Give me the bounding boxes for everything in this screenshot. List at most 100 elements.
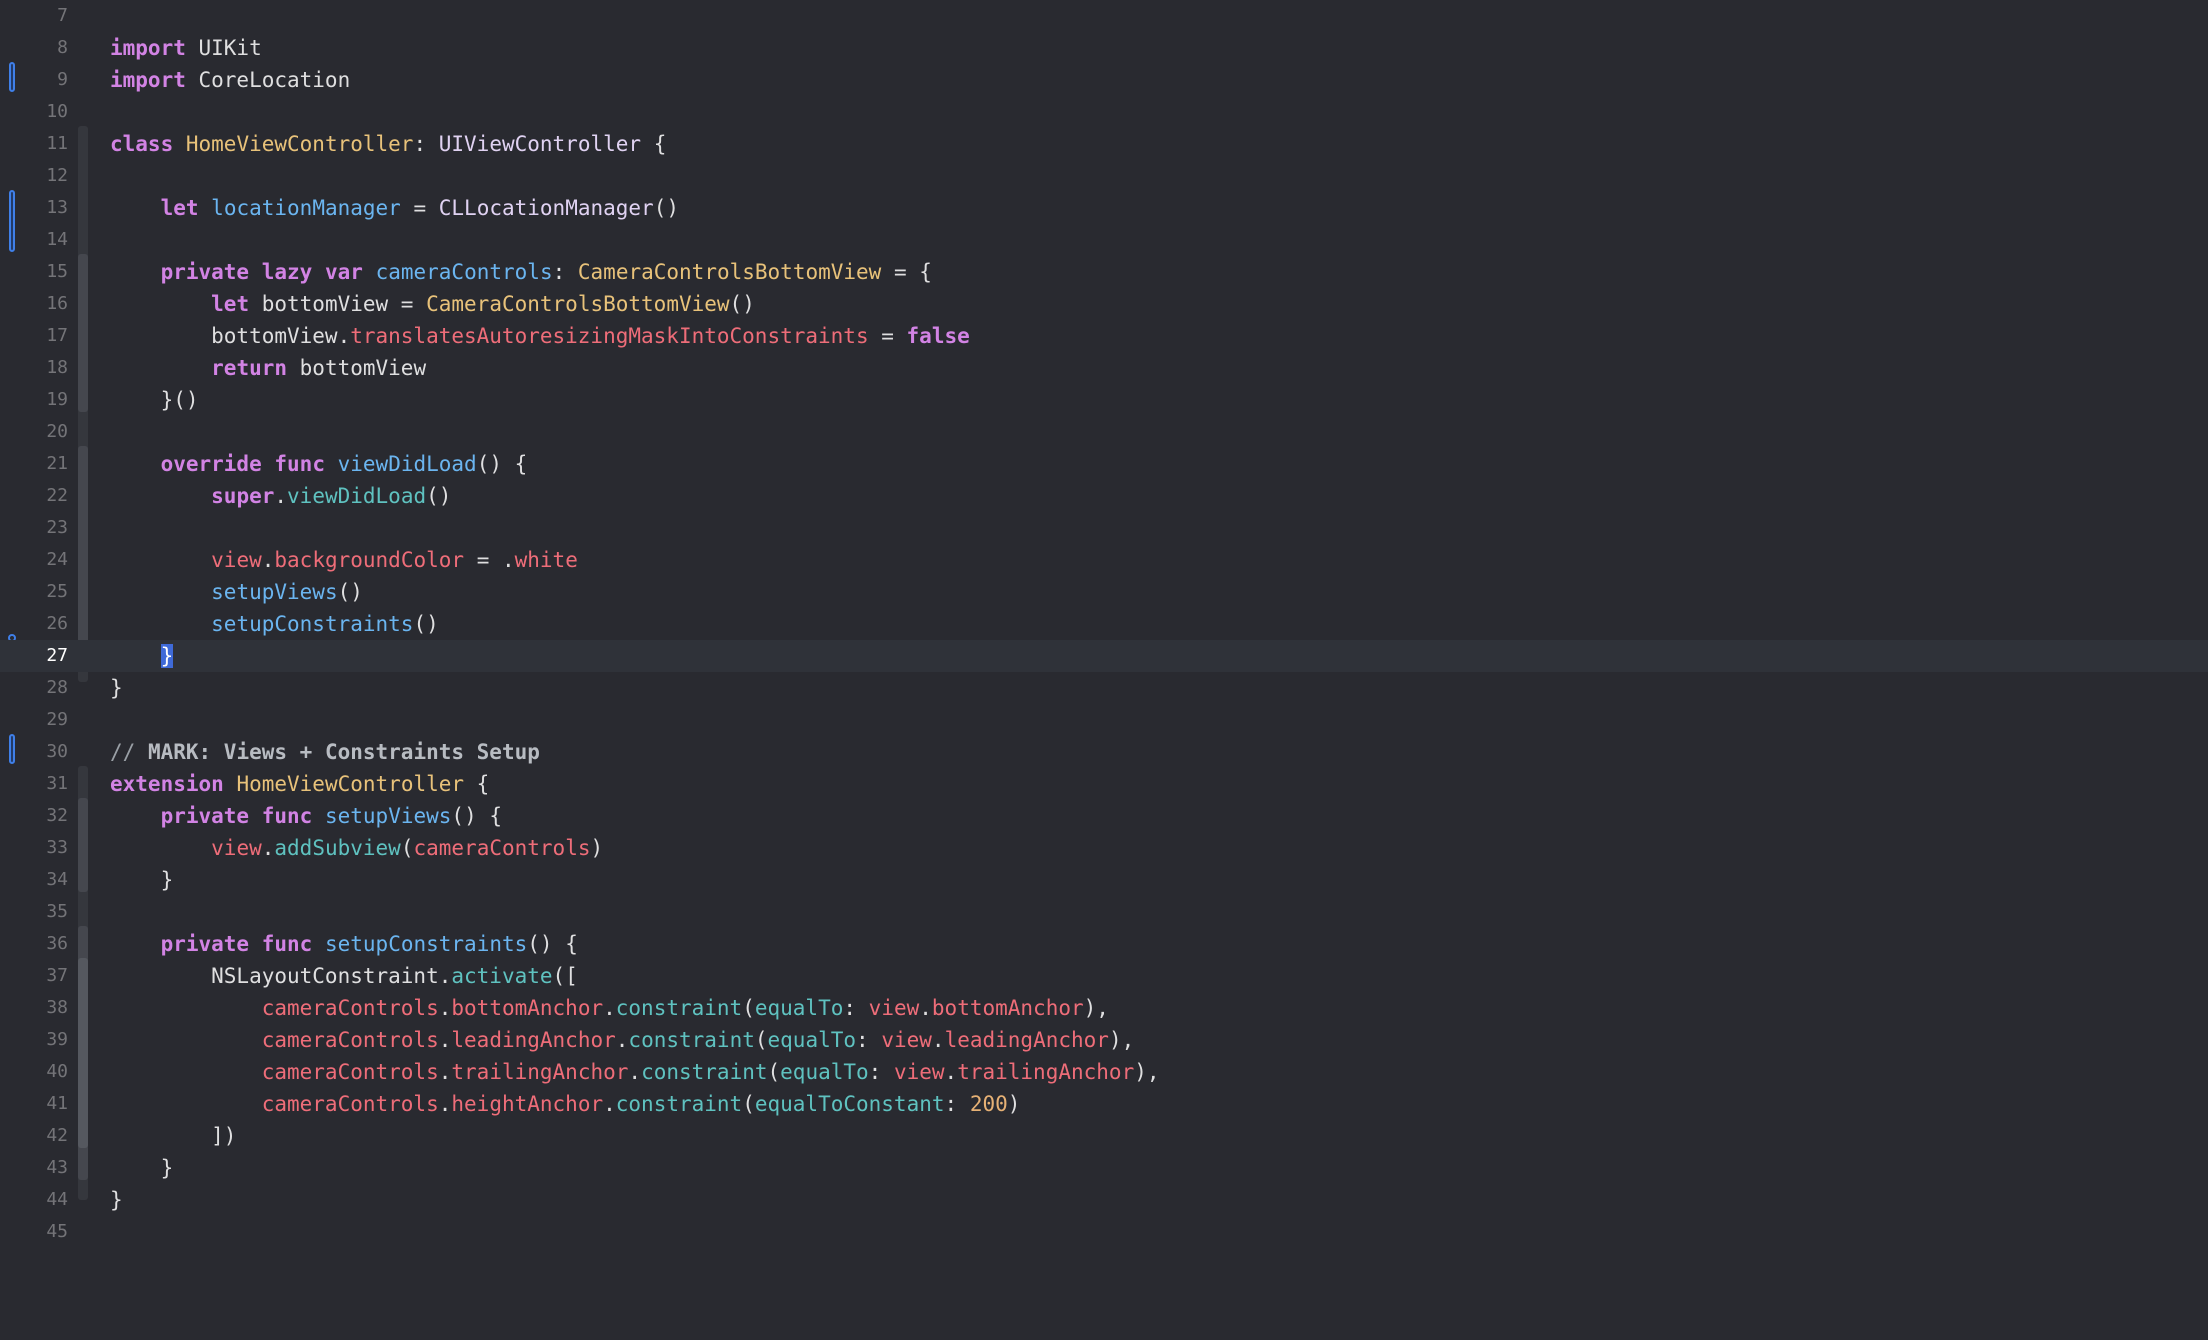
code-text[interactable]: bottomView.translatesAutoresizingMaskInt… [110, 320, 970, 352]
code-line[interactable]: 38 cameraControls.bottomAnchor.constrain… [0, 992, 2208, 1024]
code-line[interactable]: 7 [0, 0, 2208, 32]
line-number[interactable]: 45 [0, 1216, 68, 1248]
code-line[interactable]: 10 [0, 96, 2208, 128]
code-text[interactable]: import UIKit [110, 32, 262, 64]
line-number[interactable]: 15 [0, 256, 68, 288]
code-text[interactable]: override func viewDidLoad() { [110, 448, 528, 480]
code-line[interactable]: 24 view.backgroundColor = .white [0, 544, 2208, 576]
code-text[interactable]: } [110, 864, 174, 896]
code-text[interactable]: view.backgroundColor = .white [110, 544, 578, 576]
code-line[interactable]: 40 cameraControls.trailingAnchor.constra… [0, 1056, 2208, 1088]
line-number[interactable]: 43 [0, 1152, 68, 1184]
line-number[interactable]: 10 [0, 96, 68, 128]
code-line[interactable]: 19 }() [0, 384, 2208, 416]
code-line[interactable]: 20 [0, 416, 2208, 448]
code-line[interactable]: 28} [0, 672, 2208, 704]
line-number[interactable]: 29 [0, 704, 68, 736]
line-number[interactable]: 36 [0, 928, 68, 960]
code-line[interactable]: 27 } [0, 640, 2208, 672]
code-text[interactable]: class HomeViewController: UIViewControll… [110, 128, 666, 160]
line-number[interactable]: 14 [0, 224, 68, 256]
code-line[interactable]: 25 setupViews() [0, 576, 2208, 608]
line-number[interactable]: 32 [0, 800, 68, 832]
code-line[interactable]: 26 setupConstraints() [0, 608, 2208, 640]
code-text[interactable]: } [110, 640, 174, 672]
code-line[interactable]: 39 cameraControls.leadingAnchor.constrai… [0, 1024, 2208, 1056]
code-text[interactable]: NSLayoutConstraint.activate([ [110, 960, 578, 992]
code-text[interactable]: view.addSubview(cameraControls) [110, 832, 603, 864]
code-text[interactable]: private func setupViews() { [110, 800, 502, 832]
code-line[interactable]: 34 } [0, 864, 2208, 896]
code-line[interactable]: 41 cameraControls.heightAnchor.constrain… [0, 1088, 2208, 1120]
line-number[interactable]: 33 [0, 832, 68, 864]
line-number[interactable]: 13 [0, 192, 68, 224]
line-number[interactable]: 20 [0, 416, 68, 448]
line-number[interactable]: 23 [0, 512, 68, 544]
code-line[interactable]: 30 // MARK: Views + Constraints Setup [0, 736, 2208, 768]
code-text[interactable]: setupViews() [110, 576, 363, 608]
code-text[interactable]: ]) [110, 1120, 236, 1152]
line-number[interactable]: 30 [0, 736, 68, 768]
line-number[interactable]: 37 [0, 960, 68, 992]
code-line[interactable]: 9 import CoreLocation [0, 64, 2208, 96]
line-number[interactable]: 16 [0, 288, 68, 320]
code-line[interactable]: 23 [0, 512, 2208, 544]
line-number[interactable]: 28 [0, 672, 68, 704]
line-number[interactable]: 7 [0, 0, 68, 32]
line-number[interactable]: 35 [0, 896, 68, 928]
line-number[interactable]: 9 [0, 64, 68, 96]
code-line[interactable]: 35 [0, 896, 2208, 928]
code-line[interactable]: 8 import UIKit [0, 32, 2208, 64]
line-number[interactable]: 39 [0, 1024, 68, 1056]
code-line[interactable]: 13 let locationManager = CLLocationManag… [0, 192, 2208, 224]
code-text[interactable]: let locationManager = CLLocationManager(… [110, 192, 679, 224]
code-line[interactable]: 18 return bottomView [0, 352, 2208, 384]
line-number[interactable]: 17 [0, 320, 68, 352]
code-line[interactable]: 29 [0, 704, 2208, 736]
code-text[interactable]: cameraControls.leadingAnchor.constraint(… [110, 1024, 1135, 1056]
code-line[interactable]: 42 ]) [0, 1120, 2208, 1152]
line-number[interactable]: 25 [0, 576, 68, 608]
line-number[interactable]: 26 [0, 608, 68, 640]
code-text[interactable]: setupConstraints() [110, 608, 439, 640]
line-number[interactable]: 8 [0, 32, 68, 64]
code-line[interactable]: 31 extension HomeViewController { [0, 768, 2208, 800]
line-number[interactable]: 40 [0, 1056, 68, 1088]
code-text[interactable]: let bottomView = CameraControlsBottomVie… [110, 288, 755, 320]
line-number[interactable]: 21 [0, 448, 68, 480]
code-text[interactable]: cameraControls.bottomAnchor.constraint(e… [110, 992, 1109, 1024]
code-text[interactable]: cameraControls.trailingAnchor.constraint… [110, 1056, 1160, 1088]
code-text[interactable]: super.viewDidLoad() [110, 480, 451, 512]
line-number[interactable]: 34 [0, 864, 68, 896]
code-line[interactable]: 44} [0, 1184, 2208, 1216]
code-line[interactable]: 14 [0, 224, 2208, 256]
code-line[interactable]: 17 bottomView.translatesAutoresizingMask… [0, 320, 2208, 352]
code-line[interactable]: 43 } [0, 1152, 2208, 1184]
line-number[interactable]: 19 [0, 384, 68, 416]
line-number[interactable]: 41 [0, 1088, 68, 1120]
code-text[interactable]: } [110, 1184, 123, 1216]
line-number[interactable]: 31 [0, 768, 68, 800]
code-line[interactable]: 22 super.viewDidLoad() [0, 480, 2208, 512]
line-number[interactable]: 24 [0, 544, 68, 576]
code-text[interactable]: private func setupConstraints() { [110, 928, 578, 960]
code-text[interactable]: return bottomView [110, 352, 426, 384]
code-editor[interactable]: 7 8 import UIKit 9 import CoreLocation 10 11 cl… [0, 0, 2208, 1340]
line-number[interactable]: 22 [0, 480, 68, 512]
code-line[interactable]: 32 private func setupViews() { [0, 800, 2208, 832]
code-line[interactable]: 16 let bottomView = CameraControlsBottom… [0, 288, 2208, 320]
code-text[interactable]: import CoreLocation [110, 64, 350, 96]
line-number[interactable]: 11 [0, 128, 68, 160]
line-number[interactable]: 44 [0, 1184, 68, 1216]
code-line[interactable]: 37 NSLayoutConstraint.activate([ [0, 960, 2208, 992]
code-line[interactable]: 11 class HomeViewController: UIViewContro… [0, 128, 2208, 160]
code-text[interactable]: }() [110, 384, 199, 416]
code-text[interactable]: cameraControls.heightAnchor.constraint(e… [110, 1088, 1021, 1120]
line-number[interactable]: 38 [0, 992, 68, 1024]
code-line[interactable]: 15 private lazy var cameraControls: Came… [0, 256, 2208, 288]
code-text[interactable]: private lazy var cameraControls: CameraC… [110, 256, 932, 288]
code-text[interactable]: } [110, 672, 123, 704]
code-text[interactable]: extension HomeViewController { [110, 768, 489, 800]
code-text[interactable]: } [110, 1152, 174, 1184]
code-line[interactable]: 21 override func viewDidLoad() { [0, 448, 2208, 480]
